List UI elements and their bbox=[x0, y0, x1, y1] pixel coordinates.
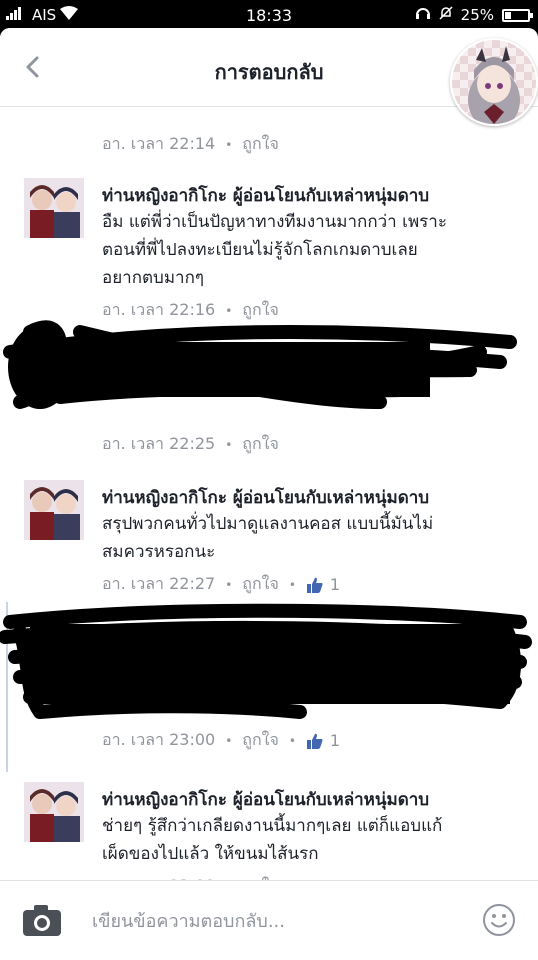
comment-line: ตอนที่พี่ไปลงทะเบียนไม่รู้จักโลกเกมดาบเล… bbox=[102, 240, 418, 260]
separator-dot: • bbox=[225, 437, 233, 452]
emoji-icon bbox=[483, 904, 515, 936]
like-link[interactable]: ถูกใจ bbox=[242, 432, 279, 457]
thumbs-up-icon bbox=[306, 733, 323, 749]
reaction-number: 1 bbox=[329, 575, 341, 594]
comment-author[interactable]: ท่านหญิงอากิโกะ ผู้อ่อนโยนกับเหล่าหนุ่มด… bbox=[102, 786, 429, 813]
status-right: 25% bbox=[415, 6, 533, 24]
scribble-redaction bbox=[3, 320, 517, 409]
battery-icon bbox=[502, 8, 533, 22]
headset-icon bbox=[415, 6, 431, 24]
timestamp: อา. เวลา 23:00 bbox=[102, 730, 216, 749]
avatar-image bbox=[24, 480, 84, 540]
separator-dot: • bbox=[225, 137, 233, 152]
comment-author[interactable]: ท่านหญิงอากิโกะ ผู้อ่อนโยนกับเหล่าหนุ่มด… bbox=[102, 484, 429, 511]
status-bar: AIS 18:33 25% bbox=[0, 0, 538, 30]
separator-dot: • bbox=[288, 577, 296, 592]
scribble-redaction bbox=[0, 603, 532, 719]
reaction-count[interactable]: 1 bbox=[306, 731, 340, 750]
avatar-image bbox=[24, 782, 84, 842]
bell-off-icon bbox=[439, 6, 453, 24]
avatar[interactable] bbox=[24, 480, 84, 540]
thumbs-up-icon bbox=[306, 577, 323, 593]
comment-line: ช่ายๆ รู้สึกว่าเกลียดงานนี้มากๆเลย แต่ก็… bbox=[102, 816, 443, 836]
comment-line: อืม แต่พี่ว่าเป็นปัญหาทางทีมงานมากกว่า เ… bbox=[102, 212, 447, 232]
avatar[interactable] bbox=[24, 178, 84, 238]
avatar-image bbox=[24, 178, 84, 238]
separator-dot: • bbox=[225, 733, 233, 748]
comment-text: ช่ายๆ รู้สึกว่าเกลียดงานนี้มากๆเลย แต่ก็… bbox=[102, 812, 522, 868]
comment-meta: อา. เวลา 23:00 • ถูกใจ • 1 bbox=[102, 728, 340, 753]
timestamp: อา. เวลา 22:25 bbox=[102, 434, 216, 453]
comment-text: อืม แต่พี่ว่าเป็นปัญหาทางทีมงานมากกว่า เ… bbox=[102, 208, 522, 292]
comment-meta: อา. เวลา 22:25 • ถูกใจ bbox=[102, 432, 279, 457]
separator-dot: • bbox=[288, 733, 296, 748]
reply-composer bbox=[0, 880, 538, 960]
avatar[interactable] bbox=[24, 782, 84, 842]
like-link[interactable]: ถูกใจ bbox=[242, 572, 279, 597]
reaction-number: 1 bbox=[329, 731, 341, 750]
replies-screen: การตอบกลับ อา. เวลา 22:14 • ถูกใจ ท่านหญ… bbox=[0, 28, 538, 960]
comment-meta: อา. เวลา 22:27 • ถูกใจ • 1 bbox=[102, 572, 340, 597]
separator-dot: • bbox=[225, 577, 233, 592]
comment-line: เผ็ดของไปแล้ว ให้ขนมไส้นรก bbox=[102, 844, 319, 864]
battery-percent: 25% bbox=[460, 6, 494, 24]
like-link[interactable]: ถูกใจ bbox=[242, 728, 279, 753]
comment-meta: อา. เวลา 22:14 • ถูกใจ bbox=[102, 132, 279, 157]
comment-line: สมควรหรอกนะ bbox=[102, 542, 216, 562]
comment-author[interactable]: ท่านหญิงอากิโกะ ผู้อ่อนโยนกับเหล่าหนุ่มด… bbox=[102, 182, 429, 209]
comment-line: สรุปพวกคนทั่วไปมาดูแลงานคอส แบบนี้มันไม่ bbox=[102, 514, 434, 534]
reply-thread: อา. เวลา 22:14 • ถูกใจ ท่านหญิงอากิโกะ ผ… bbox=[0, 106, 538, 895]
comment-text: สรุปพวกคนทั่วไปมาดูแลงานคอส แบบนี้มันไม่… bbox=[102, 510, 522, 566]
timestamp: อา. เวลา 22:14 bbox=[102, 134, 216, 153]
camera-icon bbox=[23, 905, 61, 936]
camera-button[interactable] bbox=[22, 903, 62, 937]
reaction-count[interactable]: 1 bbox=[306, 575, 340, 594]
like-link[interactable]: ถูกใจ bbox=[242, 132, 279, 157]
comment-line: อยากตบมากๆ bbox=[102, 268, 205, 288]
timestamp: อา. เวลา 22:27 bbox=[102, 574, 216, 593]
reply-input[interactable] bbox=[90, 905, 454, 937]
emoji-button[interactable] bbox=[482, 903, 516, 937]
